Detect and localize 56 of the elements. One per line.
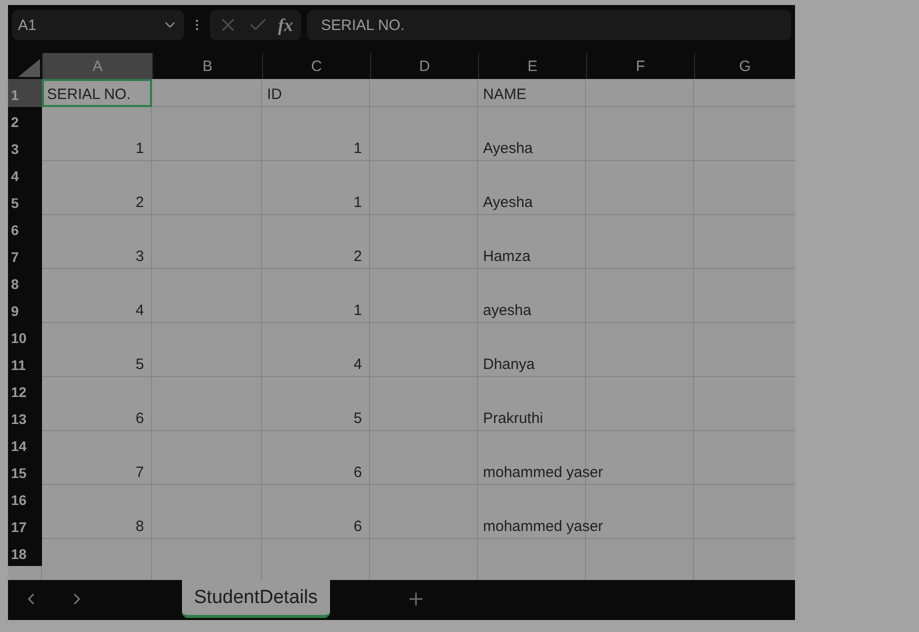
table-cell-text: 1 [352,302,363,319]
table-cell-text: SERIAL NO. [46,86,132,103]
table-cell-text: NAME [482,86,528,103]
table-cell-text: 3 [134,248,145,265]
row-header[interactable]: 16 [8,485,42,512]
table-cell-text: 2 [134,194,145,211]
table-cell-text: 7 [134,464,145,481]
table-cell-text: 6 [352,464,363,481]
table-cell-text: 5 [134,356,145,373]
row-header[interactable]: 11 [8,350,42,377]
column-header[interactable]: E [478,53,586,79]
column-header[interactable]: B [152,53,262,79]
row-header[interactable]: 8 [8,269,42,296]
table-cell-text: 6 [134,410,145,427]
column-header[interactable]: D [370,53,478,79]
table-cell-text: 1 [352,194,363,211]
row-header[interactable]: 7 [8,242,42,269]
column-header[interactable]: F [586,53,694,79]
row-header[interactable]: 15 [8,458,42,485]
table-cell-text: 8 [134,518,145,535]
table-cell-text: 1 [134,140,145,157]
table-cell-text: Ayesha [482,140,534,157]
row-header[interactable]: 2 [8,107,42,134]
name-box[interactable]: A1 [12,10,184,40]
column-header[interactable]: C [262,53,370,79]
sheet-tab[interactable]: StudentDetails [182,580,330,618]
select-all-icon[interactable] [18,59,40,77]
row-header[interactable]: 9 [8,296,42,323]
table-cell-text: Ayesha [482,194,534,211]
row-header[interactable]: 5 [8,188,42,215]
column-header[interactable]: G [694,53,795,79]
table-cell-text: 4 [352,356,363,373]
table-cell-text: 1 [352,140,363,157]
formula-field[interactable]: SERIAL NO. [307,10,791,40]
table-cell-text: Hamza [482,248,532,265]
row-header[interactable]: 3 [8,134,42,161]
table-cell-text: Dhanya [482,356,536,373]
row-header[interactable]: 10 [8,323,42,350]
table-cell-text: mohammed yaser [482,464,604,481]
row-header[interactable]: 4 [8,161,42,188]
row-header[interactable]: 18 [8,539,42,566]
row-header[interactable]: 14 [8,431,42,458]
table-cell-text: ID [266,86,283,103]
table-cell-text: 4 [134,302,145,319]
row-header[interactable]: 6 [8,215,42,242]
row-header[interactable]: 12 [8,377,42,404]
table-cell-text: 6 [352,518,363,535]
table-cell-text: 2 [352,248,363,265]
insert-function-button[interactable]: fx [278,14,293,36]
table-cell-text: mohammed yaser [482,518,604,535]
row-header[interactable]: 17 [8,512,42,539]
cell-reference: A1 [18,16,36,34]
table-cell-text: ayesha [482,302,532,319]
table-cell-text: 5 [352,410,363,427]
row-header[interactable]: 13 [8,404,42,431]
table-cell-text: Prakruthi [482,410,544,427]
